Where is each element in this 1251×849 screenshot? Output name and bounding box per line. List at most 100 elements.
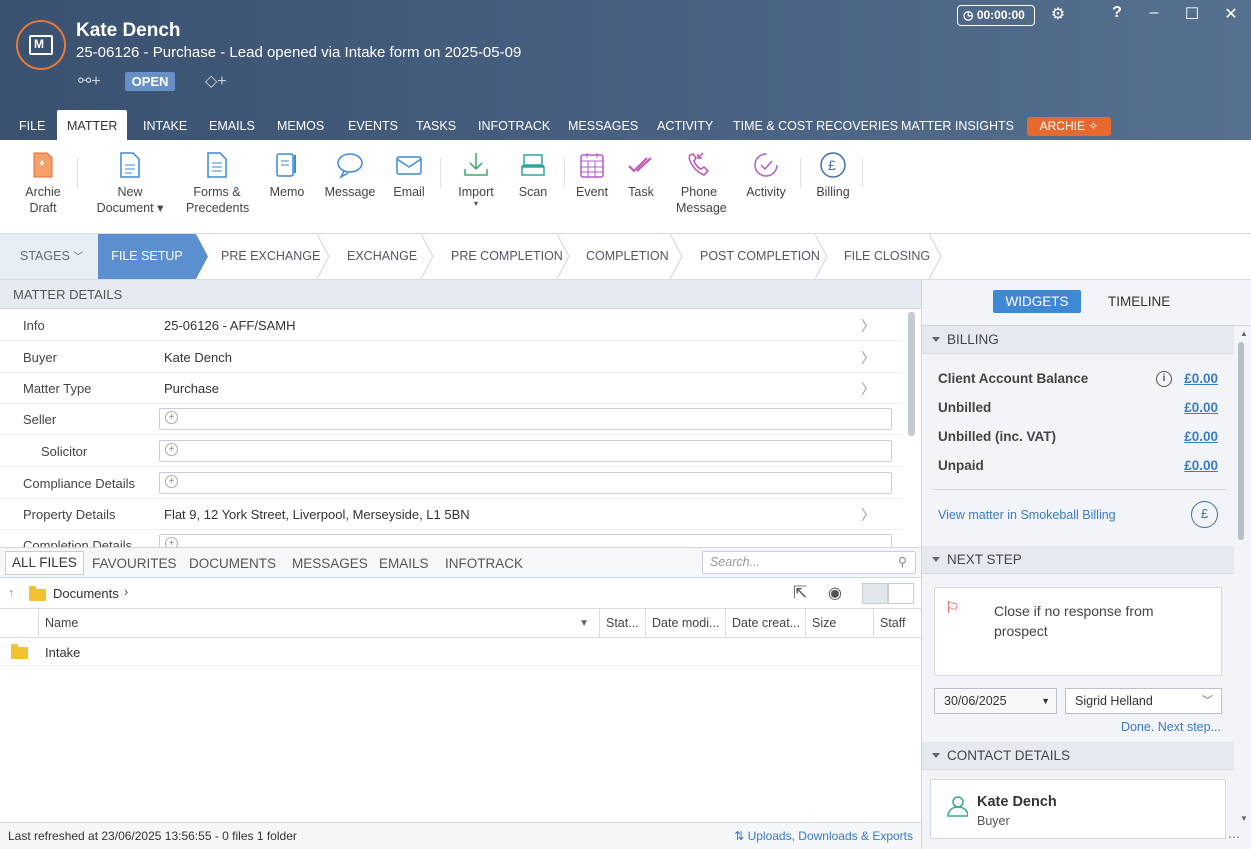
tab-infotrack[interactable]: INFOTRACK	[478, 110, 550, 140]
scroll-up-icon[interactable]: ▲	[1240, 329, 1248, 338]
tab-documents[interactable]: DOCUMENTS	[189, 548, 276, 578]
tab-intake[interactable]: INTAKE	[143, 110, 187, 140]
stage-pre-exchange[interactable]: PRE EXCHANGE	[221, 234, 320, 279]
column-date-modified[interactable]: Date modi...	[645, 609, 725, 638]
uploads-link[interactable]: ⇅ Uploads, Downloads & Exports	[734, 823, 913, 849]
billing-value-link[interactable]: £0.00	[1184, 371, 1218, 386]
activity-button[interactable]: Activity	[744, 150, 788, 200]
tab-widgets[interactable]: WIDGETS	[993, 290, 1081, 313]
tab-events[interactable]: EVENTS	[348, 110, 398, 140]
timer-button[interactable]: ◷ 00:00:00	[957, 5, 1035, 26]
scroll-down-icon[interactable]: ▼	[1240, 814, 1248, 823]
archie-draft-button[interactable]: Archie Draft	[20, 150, 66, 216]
tab-favourites[interactable]: FAVOURITES	[92, 548, 177, 578]
smokeball-billing-link[interactable]: View matter in Smokeball Billing	[938, 508, 1116, 522]
next-step-date-select[interactable]: 30/06/2025 ▼	[934, 688, 1057, 714]
more-icon[interactable]: ⋯	[1228, 830, 1240, 844]
detail-row-buyer[interactable]: Buyer Kate Dench 〉	[0, 342, 903, 373]
next-step-staff-select[interactable]: Sigrid Helland ﹀	[1065, 688, 1222, 714]
stage-exchange[interactable]: EXCHANGE	[347, 234, 417, 279]
tab-all-files[interactable]: ALL FILES	[5, 551, 84, 575]
stage-file-closing[interactable]: FILE CLOSING	[844, 234, 930, 279]
stage-completion[interactable]: COMPLETION	[586, 234, 669, 279]
tab-memos[interactable]: MEMOS	[277, 110, 324, 140]
completion-field[interactable]: +	[159, 534, 892, 547]
detail-row-property[interactable]: Property Details Flat 9, 12 York Street,…	[0, 499, 903, 530]
new-document-button[interactable]: New Document ▾	[95, 150, 165, 216]
message-button[interactable]: Message	[324, 150, 376, 200]
forms-precedents-button[interactable]: Forms & Precedents	[186, 150, 249, 216]
settings-gear-icon[interactable]: ⚙	[1047, 4, 1069, 24]
detail-value: Flat 9, 12 York Street, Liverpool, Merse…	[164, 507, 470, 522]
task-button[interactable]: Task	[624, 150, 658, 200]
tab-messages[interactable]: MESSAGES	[568, 110, 638, 140]
file-row[interactable]: Intake	[0, 638, 921, 666]
billing-value-link[interactable]: £0.00	[1184, 458, 1218, 473]
compliance-field[interactable]: +	[159, 472, 892, 494]
add-tag-icon[interactable]: ◇+	[205, 71, 227, 91]
tab-emails[interactable]: EMAILS	[209, 110, 255, 140]
folder-view-toggle[interactable]	[862, 583, 888, 604]
billing-button[interactable]: £ Billing	[814, 150, 852, 200]
billing-row: Unpaid £0.00	[938, 458, 1218, 473]
details-scrollbar[interactable]	[908, 312, 915, 436]
tab-tasks[interactable]: TASKS	[416, 110, 456, 140]
billing-value-link[interactable]: £0.00	[1184, 400, 1218, 415]
stage-divider-icon	[421, 234, 434, 279]
tab-file[interactable]: FILE	[19, 110, 45, 140]
solicitor-field[interactable]: +	[159, 440, 892, 462]
billing-section-header[interactable]: BILLING	[922, 326, 1234, 354]
minimize-button[interactable]: –	[1143, 4, 1165, 22]
stage-file-setup[interactable]: FILE SETUP	[98, 234, 196, 279]
stage-pre-completion[interactable]: PRE COMPLETION	[451, 234, 563, 279]
import-button[interactable]: Import ▾	[456, 150, 496, 208]
tab-matter[interactable]: MATTER	[57, 110, 128, 140]
help-button[interactable]: ?	[1106, 4, 1128, 22]
status-badge[interactable]: OPEN	[125, 72, 175, 91]
chevron-right-icon: ›	[124, 584, 129, 599]
breadcrumb-documents[interactable]: Documents	[53, 586, 119, 601]
tab-messages-files[interactable]: MESSAGES	[292, 548, 368, 578]
detail-row-matter-type[interactable]: Matter Type Purchase 〉	[0, 373, 903, 404]
column-status[interactable]: Stat...	[599, 609, 645, 638]
column-size[interactable]: Size	[805, 609, 873, 638]
preview-eye-icon[interactable]: ◉	[828, 583, 842, 603]
detail-row-info[interactable]: Info 25-06126 - AFF/SAMH 〉	[0, 310, 903, 341]
done-next-step-link[interactable]: Done. Next step...	[1121, 720, 1221, 734]
column-name[interactable]: Name ▼	[38, 609, 599, 638]
add-related-icon[interactable]: ⚯+	[78, 71, 101, 91]
contact-card[interactable]: Kate Dench Buyer	[930, 779, 1226, 839]
pound-icon[interactable]: £	[1191, 501, 1218, 528]
phone-message-button[interactable]: Phone Message	[676, 150, 727, 216]
right-panel-scrollbar[interactable]	[1238, 342, 1244, 540]
files-search-input[interactable]: Search... ⚲	[702, 551, 916, 574]
open-external-icon[interactable]: ⇱	[793, 583, 807, 603]
scan-button[interactable]: Scan	[516, 150, 550, 200]
tab-infotrack-files[interactable]: INFOTRACK	[445, 548, 523, 578]
contact-section-header[interactable]: CONTACT DETAILS	[922, 742, 1234, 770]
memo-button[interactable]: Memo	[266, 150, 308, 200]
list-view-toggle[interactable]	[888, 583, 914, 604]
info-icon[interactable]: i	[1156, 371, 1172, 387]
close-button[interactable]: ✕	[1220, 4, 1242, 24]
next-step-section-header[interactable]: NEXT STEP	[922, 546, 1234, 574]
tab-activity[interactable]: ACTIVITY	[657, 110, 713, 140]
up-arrow-icon[interactable]: ↑	[8, 585, 15, 600]
task-check-icon	[627, 150, 655, 180]
seller-field[interactable]: +	[159, 408, 892, 430]
tab-timeline[interactable]: TIMELINE	[1108, 290, 1170, 313]
column-staff[interactable]: Staff	[873, 609, 921, 638]
next-step-card[interactable]: ⚐ Close if no response from prospect	[934, 587, 1222, 676]
event-button[interactable]: Event	[574, 150, 610, 200]
tab-matter-insights[interactable]: MATTER INSIGHTS	[901, 110, 1014, 140]
maximize-button[interactable]: ☐	[1181, 4, 1203, 24]
right-panel: WIDGETS TIMELINE BILLING Client Account …	[921, 280, 1251, 849]
column-date-created[interactable]: Date creat...	[725, 609, 805, 638]
tab-archie[interactable]: ARCHIE ✧	[1027, 117, 1111, 136]
email-button[interactable]: Email	[390, 150, 428, 200]
tab-time-cost[interactable]: TIME & COST RECOVERIES	[733, 110, 898, 140]
stage-post-completion[interactable]: POST COMPLETION	[700, 234, 820, 279]
stages-dropdown[interactable]: STAGES ﹀	[0, 234, 98, 279]
tab-emails-files[interactable]: EMAILS	[379, 548, 429, 578]
billing-value-link[interactable]: £0.00	[1184, 429, 1218, 444]
